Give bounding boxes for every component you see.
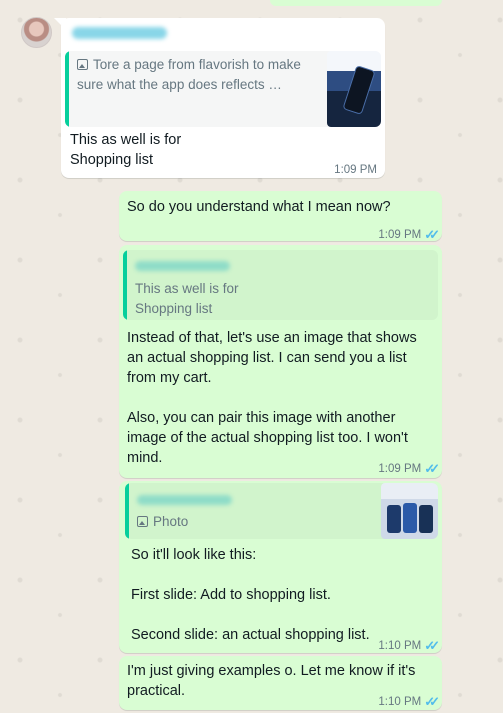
image-icon bbox=[77, 59, 88, 70]
image-icon bbox=[137, 516, 148, 527]
message-meta: 1:09 PM bbox=[334, 160, 377, 180]
reply-quote[interactable]: This as well is for Shopping list bbox=[123, 250, 438, 320]
previous-message-bubble[interactable] bbox=[270, 0, 442, 6]
outgoing-message-bubble[interactable]: This as well is for Shopping list Instea… bbox=[119, 245, 442, 478]
message-time: 1:09 PM bbox=[334, 164, 377, 176]
quoted-photo-thumbnail bbox=[381, 483, 438, 539]
quote-sender-blurred bbox=[137, 495, 232, 505]
quote-bar bbox=[65, 51, 69, 127]
message-meta: 1:09 PM ✓✓ bbox=[378, 459, 440, 479]
quote-preview-text: Photo bbox=[153, 514, 189, 529]
quote-text: Tore a page from flavorish to make sure … bbox=[77, 55, 317, 95]
quote-preview-text: This as well is for Shopping list bbox=[135, 281, 239, 316]
phone-shape bbox=[419, 505, 433, 533]
double-check-icon: ✓✓ bbox=[424, 461, 440, 476]
double-check-icon: ✓✓ bbox=[424, 638, 440, 653]
sender-name-blurred bbox=[72, 27, 167, 39]
phone-shape bbox=[387, 505, 401, 533]
outgoing-message-bubble[interactable]: Photo So it'll look like this: First sli… bbox=[119, 481, 442, 653]
phone-shape bbox=[403, 503, 417, 533]
reply-quote[interactable]: Photo bbox=[125, 483, 438, 539]
quote-preview-text: Tore a page from flavorish to make sure … bbox=[77, 57, 301, 92]
double-check-icon: ✓✓ bbox=[424, 694, 440, 709]
outgoing-message-bubble[interactable]: I'm just giving examples o. Let me know … bbox=[119, 656, 442, 710]
message-meta: 1:10 PM ✓✓ bbox=[378, 636, 440, 656]
contact-avatar[interactable] bbox=[21, 17, 52, 48]
phone-shape bbox=[342, 65, 376, 115]
double-check-icon: ✓✓ bbox=[424, 227, 440, 242]
message-time: 1:10 PM bbox=[378, 640, 422, 652]
outgoing-message-bubble[interactable]: So do you understand what I mean now? 1:… bbox=[119, 191, 442, 242]
message-time: 1:09 PM bbox=[378, 463, 422, 475]
message-text: So do you understand what I mean now? bbox=[127, 199, 391, 215]
quote-bar bbox=[123, 250, 127, 320]
message-meta: 1:09 PM ✓✓ bbox=[378, 225, 440, 245]
quote-text: Photo bbox=[137, 512, 188, 532]
message-time: 1:10 PM bbox=[378, 696, 422, 708]
message-text: So it'll look like this: First slide: Ad… bbox=[131, 547, 370, 643]
message-meta: 1:10 PM ✓✓ bbox=[378, 692, 440, 712]
quote-bar bbox=[125, 483, 129, 539]
message-time: 1:09 PM bbox=[378, 229, 422, 241]
incoming-message-bubble[interactable]: Tore a page from flavorish to make sure … bbox=[61, 18, 385, 178]
message-text: This as well is for Shopping list bbox=[70, 132, 182, 168]
reply-quote[interactable]: Tore a page from flavorish to make sure … bbox=[65, 51, 381, 127]
quoted-image-thumbnail bbox=[327, 51, 381, 127]
quote-sender-blurred bbox=[135, 261, 230, 271]
message-text: Instead of that, let's use an image that… bbox=[127, 330, 417, 466]
